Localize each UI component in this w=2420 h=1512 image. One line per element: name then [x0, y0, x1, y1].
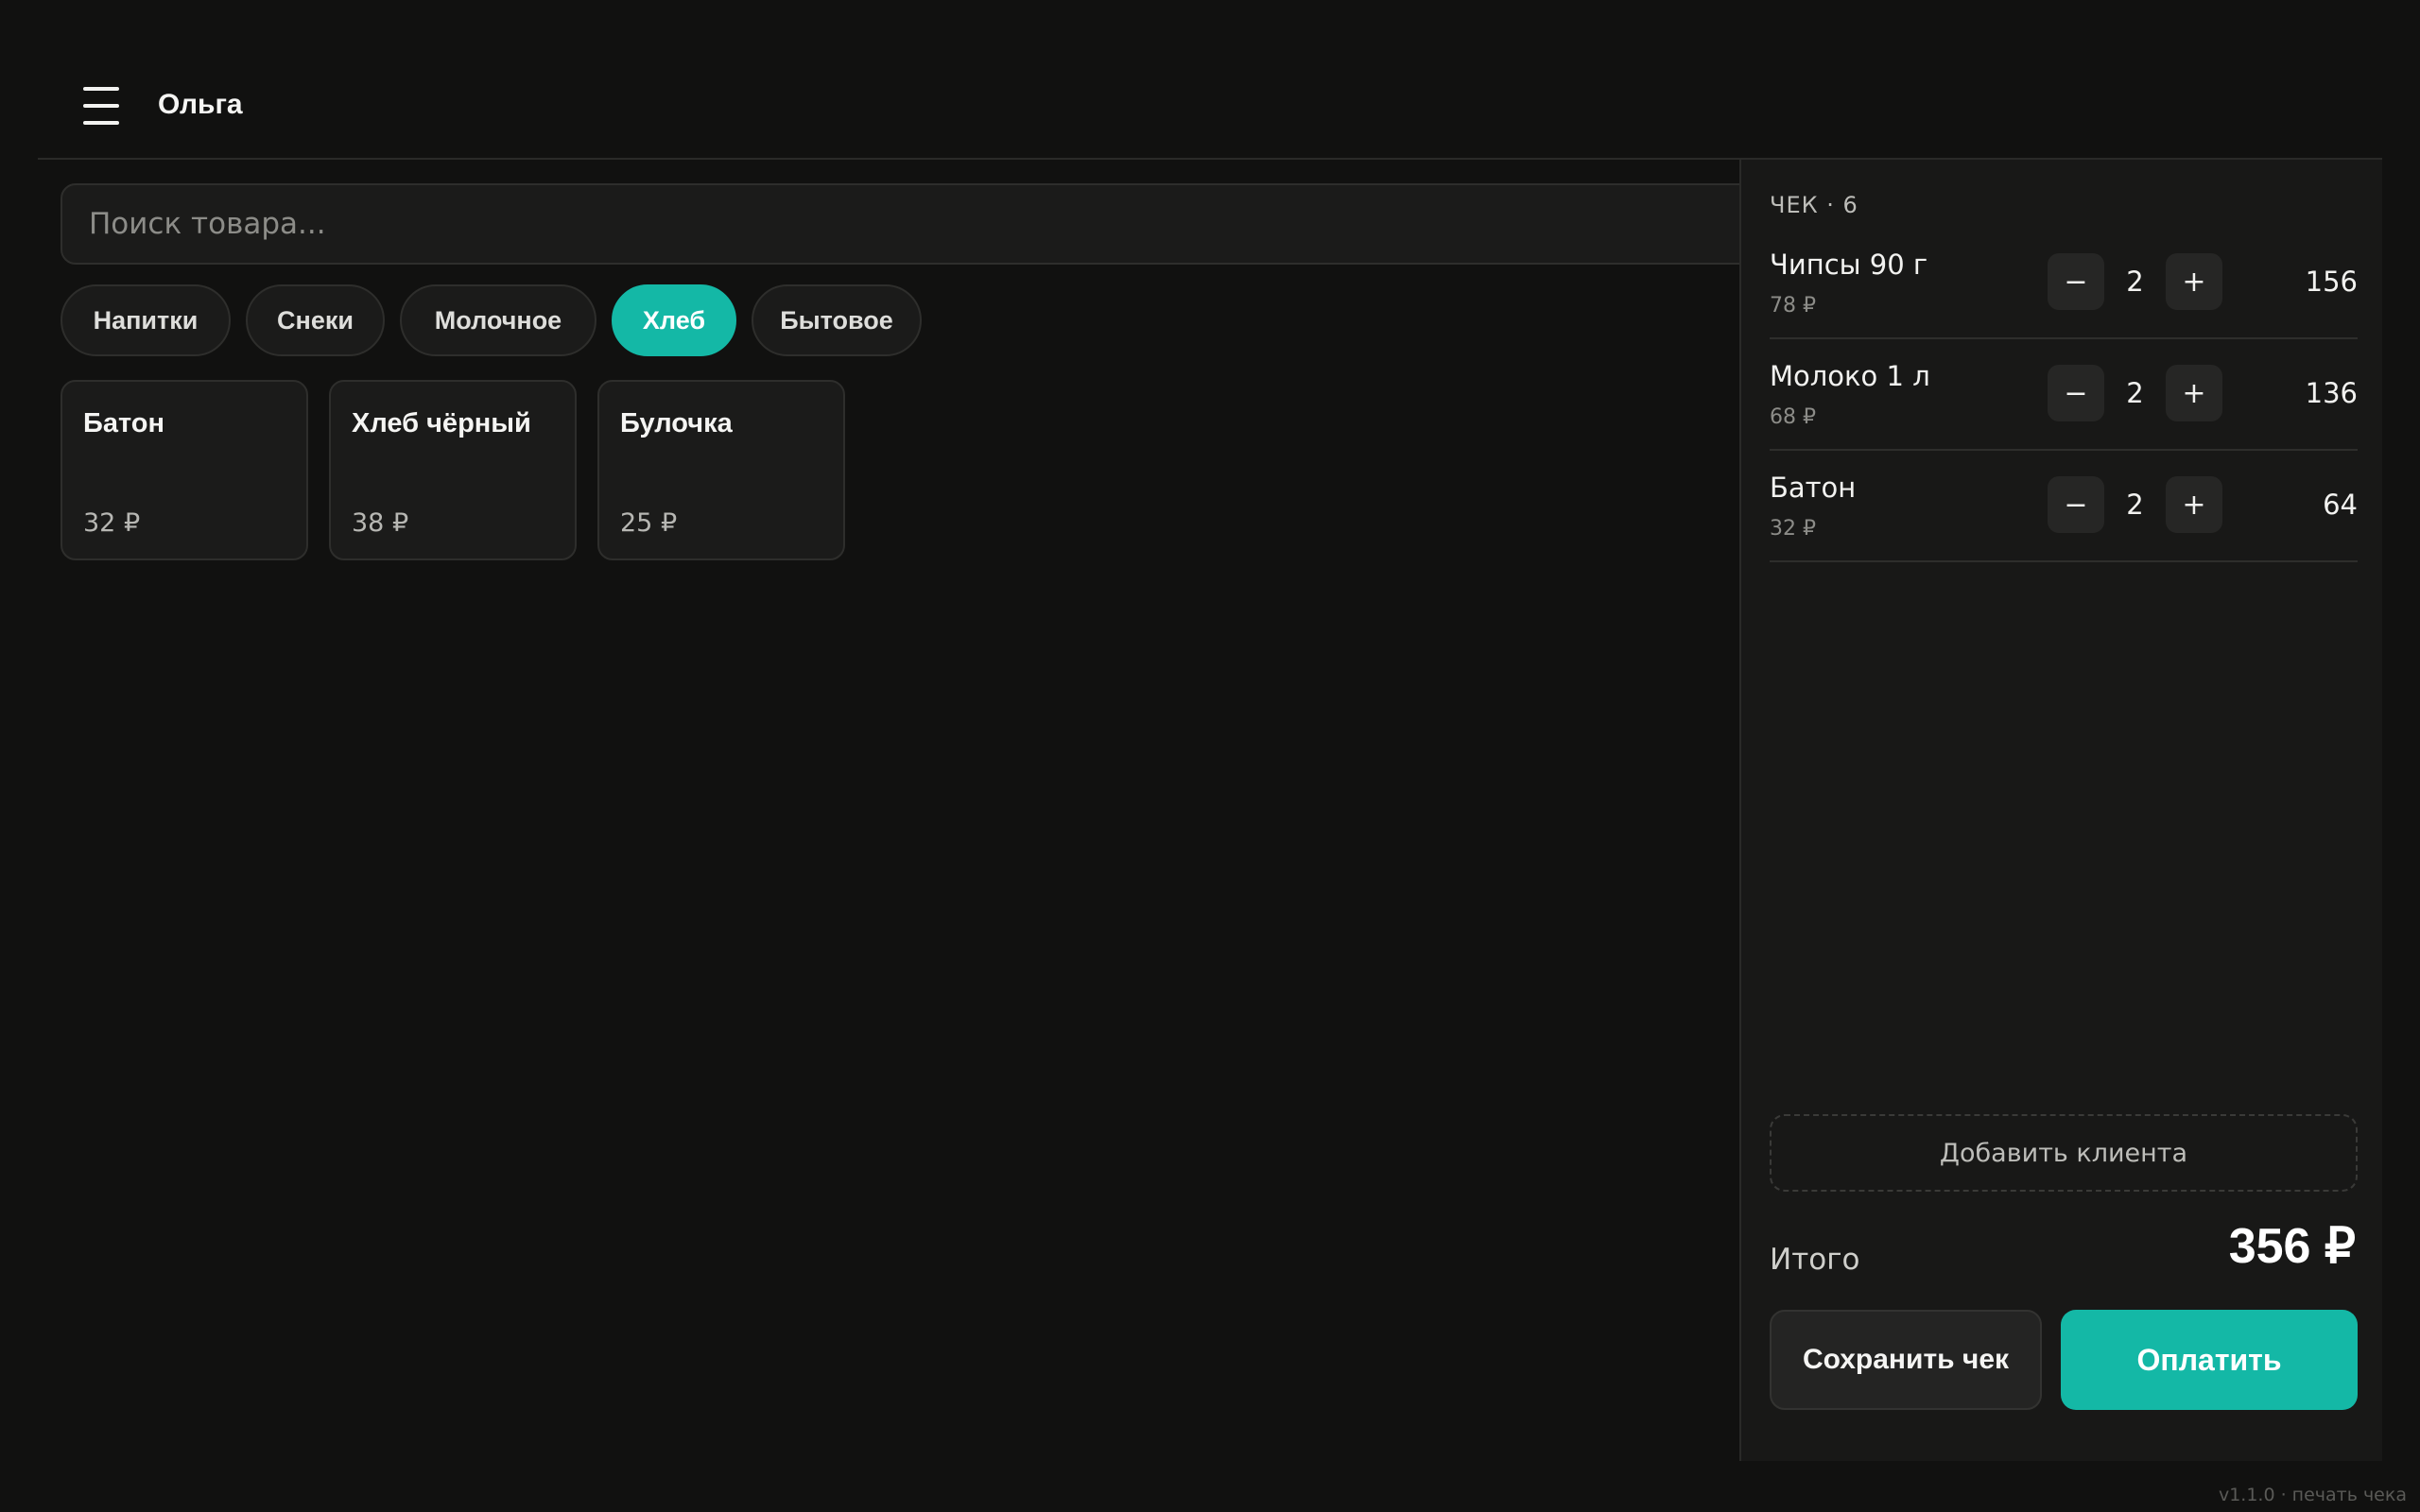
cashier-name: Ольга: [158, 89, 243, 120]
pay-button[interactable]: Оплатить: [2061, 1310, 2358, 1410]
line-item-total: 64: [2323, 489, 2358, 521]
product-price: 25 ₽: [620, 508, 678, 538]
line-item-unit-price: 32 ₽: [1770, 517, 1816, 541]
line-item-total: 136: [2305, 377, 2358, 409]
product-card[interactable]: Батон 32 ₽: [60, 380, 308, 560]
product-card[interactable]: Булочка 25 ₽: [597, 380, 845, 560]
decrease-quantity-button[interactable]: −: [2048, 476, 2104, 533]
receipt-line: Батон 32 ₽ − 2 + 64: [1770, 451, 2358, 562]
category-chip-snacks[interactable]: Снеки: [246, 284, 385, 356]
top-bar: Ольга: [38, 0, 2382, 160]
product-price: 38 ₽: [352, 508, 409, 538]
pos-app: Ольга Напитки Снеки Молочное Хлеб Бытово…: [38, 0, 2382, 1461]
receipt-title: ЧЕК · 6: [1770, 192, 1858, 218]
decrease-quantity-button[interactable]: −: [2048, 365, 2104, 421]
total-amount: 356 ₽: [2228, 1219, 2356, 1274]
increase-quantity-button[interactable]: +: [2166, 365, 2222, 421]
line-item-name: Молоко 1 л: [1770, 360, 1930, 392]
receipt-panel: ЧЕК · 6 Чипсы 90 г 78 ₽ − 2 + 156 Молоко…: [1739, 160, 2382, 1461]
product-name: Булочка: [620, 408, 733, 438]
line-item-quantity: 2: [2126, 377, 2144, 409]
line-item-total: 156: [2305, 266, 2358, 298]
product-search-input[interactable]: [60, 183, 1754, 265]
increase-quantity-button[interactable]: +: [2166, 476, 2222, 533]
receipt-line: Чипсы 90 г 78 ₽ − 2 + 156: [1770, 228, 2358, 339]
product-name: Батон: [83, 408, 165, 438]
receipt-line: Молоко 1 л 68 ₽ − 2 + 136: [1770, 339, 2358, 451]
category-chip-dairy[interactable]: Молочное: [400, 284, 596, 356]
increase-quantity-button[interactable]: +: [2166, 253, 2222, 310]
line-item-quantity: 2: [2126, 489, 2144, 521]
line-item-name: Чипсы 90 г: [1770, 249, 1928, 281]
decrease-quantity-button[interactable]: −: [2048, 253, 2104, 310]
line-item-name: Батон: [1770, 472, 1857, 504]
category-chip-bread[interactable]: Хлеб: [612, 284, 736, 356]
line-item-quantity: 2: [2126, 266, 2144, 298]
total-label: Итого: [1770, 1243, 1860, 1277]
line-item-unit-price: 78 ₽: [1770, 294, 1816, 318]
hamburger-menu-icon[interactable]: [83, 87, 119, 125]
category-chip-drinks[interactable]: Напитки: [60, 284, 231, 356]
category-chip-household[interactable]: Бытовое: [752, 284, 922, 356]
version-footer: v1.1.0 · печать чека: [2218, 1485, 2407, 1505]
product-card[interactable]: Хлеб чёрный 38 ₽: [329, 380, 577, 560]
product-name: Хлеб чёрный: [352, 408, 531, 438]
add-client-button[interactable]: Добавить клиента: [1770, 1114, 2358, 1192]
line-item-unit-price: 68 ₽: [1770, 405, 1816, 429]
product-price: 32 ₽: [83, 508, 141, 538]
save-receipt-button[interactable]: Сохранить чек: [1770, 1310, 2042, 1410]
